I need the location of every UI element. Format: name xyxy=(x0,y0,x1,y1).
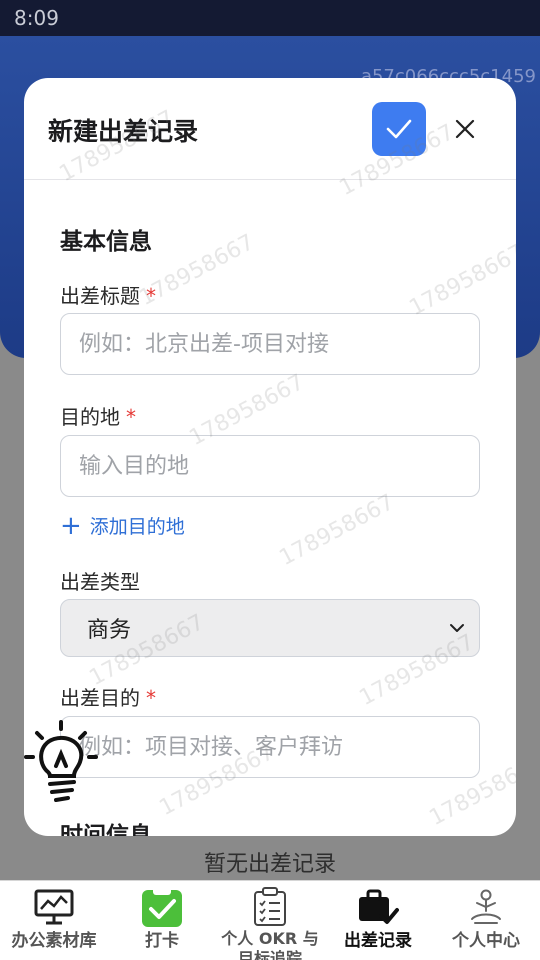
trip-title-label: 出差标题 * xyxy=(60,280,156,309)
trip-purpose-label: 出差目的 * xyxy=(60,682,156,711)
trip-purpose-input[interactable] xyxy=(60,716,480,778)
confirm-button[interactable] xyxy=(372,102,426,156)
watermark: 178958667 xyxy=(405,239,516,322)
destination-label-text: 目的地 xyxy=(60,405,120,429)
checklist-icon xyxy=(254,887,286,926)
close-icon xyxy=(455,119,475,139)
chevron-down-icon xyxy=(450,624,464,632)
clipboard-check-icon xyxy=(142,887,182,927)
section-title-basic: 基本信息 xyxy=(60,229,152,255)
required-mark: * xyxy=(126,405,136,429)
plus-icon: + xyxy=(60,510,82,541)
trip-title-input[interactable] xyxy=(60,313,480,375)
dialog-header: 新建出差记录 xyxy=(24,78,516,180)
nav-item-profile[interactable]: 个人中心 xyxy=(432,881,540,960)
nav-item-okr[interactable]: 个人 OKR 与目标追踪 xyxy=(216,881,324,960)
meditation-icon xyxy=(471,889,501,924)
trip-purpose-label-text: 出差目的 xyxy=(60,686,140,710)
destination-input[interactable] xyxy=(60,435,480,497)
nav-item-business-trip[interactable]: 出差记录 xyxy=(324,881,432,960)
add-destination-link[interactable]: + 添加目的地 xyxy=(60,512,185,539)
briefcase-icon xyxy=(359,889,399,924)
trip-title-label-text: 出差标题 xyxy=(60,284,140,308)
status-bar: 8:09 xyxy=(0,0,540,36)
nav-label: 办公素材库 xyxy=(11,931,97,951)
nav-label: 打卡 xyxy=(145,931,179,951)
close-button[interactable] xyxy=(450,114,480,144)
nav-label: 个人中心 xyxy=(452,931,520,951)
chart-monitor-icon xyxy=(34,889,74,925)
required-mark: * xyxy=(146,686,156,710)
nav-item-office-materials[interactable]: 办公素材库 xyxy=(0,881,108,960)
status-time: 8:09 xyxy=(14,6,59,30)
dialog-title: 新建出差记录 xyxy=(48,117,199,146)
nav-label: 出差记录 xyxy=(344,931,412,951)
watermark: 178958667 xyxy=(275,489,399,572)
destination-label: 目的地 * xyxy=(60,401,136,430)
add-destination-label: 添加目的地 xyxy=(89,516,185,538)
trip-type-select[interactable]: 商务 xyxy=(60,599,480,657)
bottom-nav: 办公素材库 打卡 个人 OKR 与目标追踪 出差记录 个人中心 xyxy=(0,880,540,960)
nav-item-checkin[interactable]: 打卡 xyxy=(108,881,216,960)
empty-state-text: 暂无出差记录 xyxy=(203,852,336,877)
lightbulb-icon[interactable] xyxy=(24,720,98,804)
required-mark: * xyxy=(146,284,156,308)
check-icon xyxy=(386,119,412,139)
nav-label: 个人 OKR 与目标追踪 xyxy=(221,929,319,960)
section-title-time: 时间信息 xyxy=(60,823,152,836)
trip-type-selected-value: 商务 xyxy=(87,618,132,643)
trip-type-label: 出差类型 xyxy=(60,570,140,594)
